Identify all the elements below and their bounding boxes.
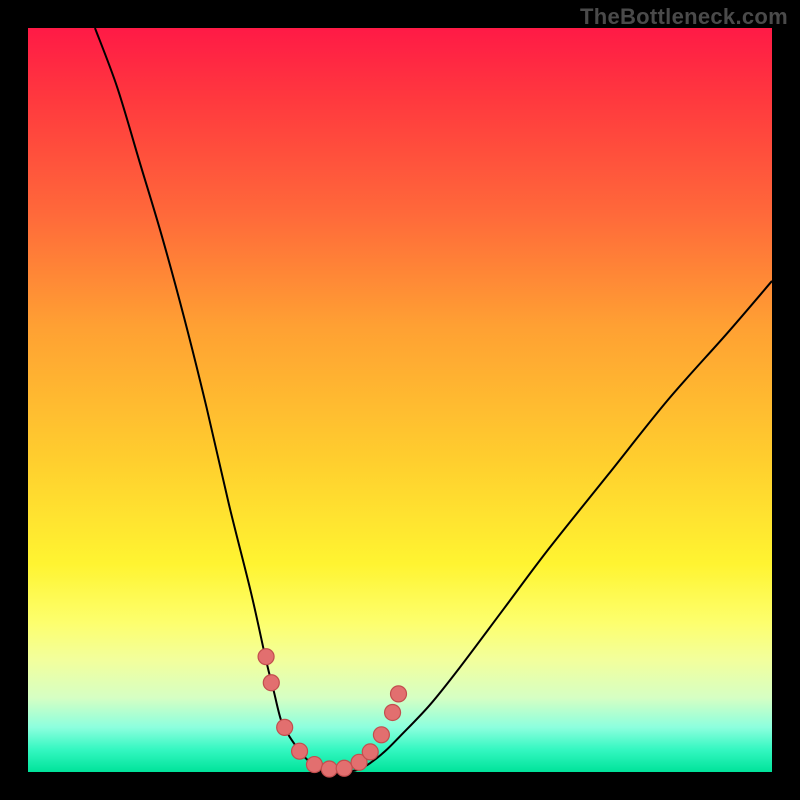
chart-container: TheBottleneck.com — [0, 0, 800, 800]
chart-svg — [28, 28, 772, 772]
data-marker — [336, 760, 352, 776]
data-marker — [385, 704, 401, 720]
data-marker — [258, 649, 274, 665]
data-marker — [277, 719, 293, 735]
marker-group — [258, 649, 406, 777]
data-marker — [373, 727, 389, 743]
plot-area — [28, 28, 772, 772]
data-marker — [263, 675, 279, 691]
data-marker — [292, 743, 308, 759]
data-marker — [391, 686, 407, 702]
curve-right — [363, 281, 772, 768]
data-marker — [306, 757, 322, 773]
watermark-text: TheBottleneck.com — [580, 4, 788, 30]
curve-left — [95, 28, 314, 768]
data-marker — [321, 761, 337, 777]
data-marker — [362, 744, 378, 760]
